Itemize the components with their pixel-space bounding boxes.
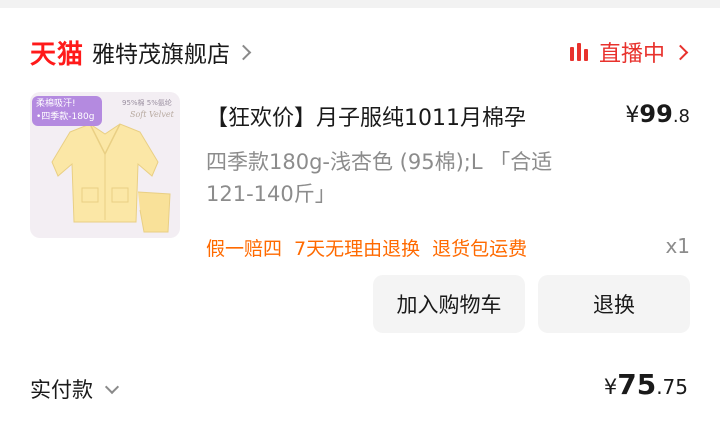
store-header[interactable]: 天猫 雅特茂旗舰店 [30,34,252,70]
product-image[interactable]: 柔棉吸汗! •四季款-180g 95%棉 5%氨纶 Soft Velvet [30,92,180,238]
store-name[interactable]: 雅特茂旗舰店 [92,35,230,69]
live-indicator[interactable]: 直播中 [569,36,689,68]
payment-label: 实付款 [30,378,93,402]
image-spec-text: 95%棉 5%氨纶 [122,99,172,107]
image-badge: 柔棉吸汗! •四季款-180g [32,96,102,126]
product-price: ¥99.8 [625,100,690,128]
product-title[interactable]: 【狂欢价】月子服纯1011月棉孕 [206,100,526,132]
service-tag: 7天无理由退换 [294,238,421,260]
top-divider [0,0,720,8]
tmall-logo: 天猫 [30,39,85,70]
service-tags: 假一赔四 7天无理由退换 退货包运费 [206,234,539,261]
live-bars-icon [569,43,591,61]
service-tag: 假一赔四 [206,238,283,260]
chevron-down-icon [104,379,120,395]
service-tag: 退货包运费 [432,238,528,260]
chevron-right-icon [672,44,689,60]
chevron-right-icon [235,44,252,60]
image-soft-text: Soft Velvet [130,110,174,119]
product-variant: 四季款180g-浅杏色 (95棉);L 「合适121-140斤」 [206,150,553,206]
return-exchange-button[interactable]: 退换 [538,275,690,333]
add-to-cart-button[interactable]: 加入购物车 [373,275,525,333]
live-label: 直播中 [598,42,665,67]
payment-label-toggle[interactable]: 实付款 [30,374,120,404]
quantity: x1 [665,234,690,258]
payment-amount: ¥75.75 [603,368,688,401]
